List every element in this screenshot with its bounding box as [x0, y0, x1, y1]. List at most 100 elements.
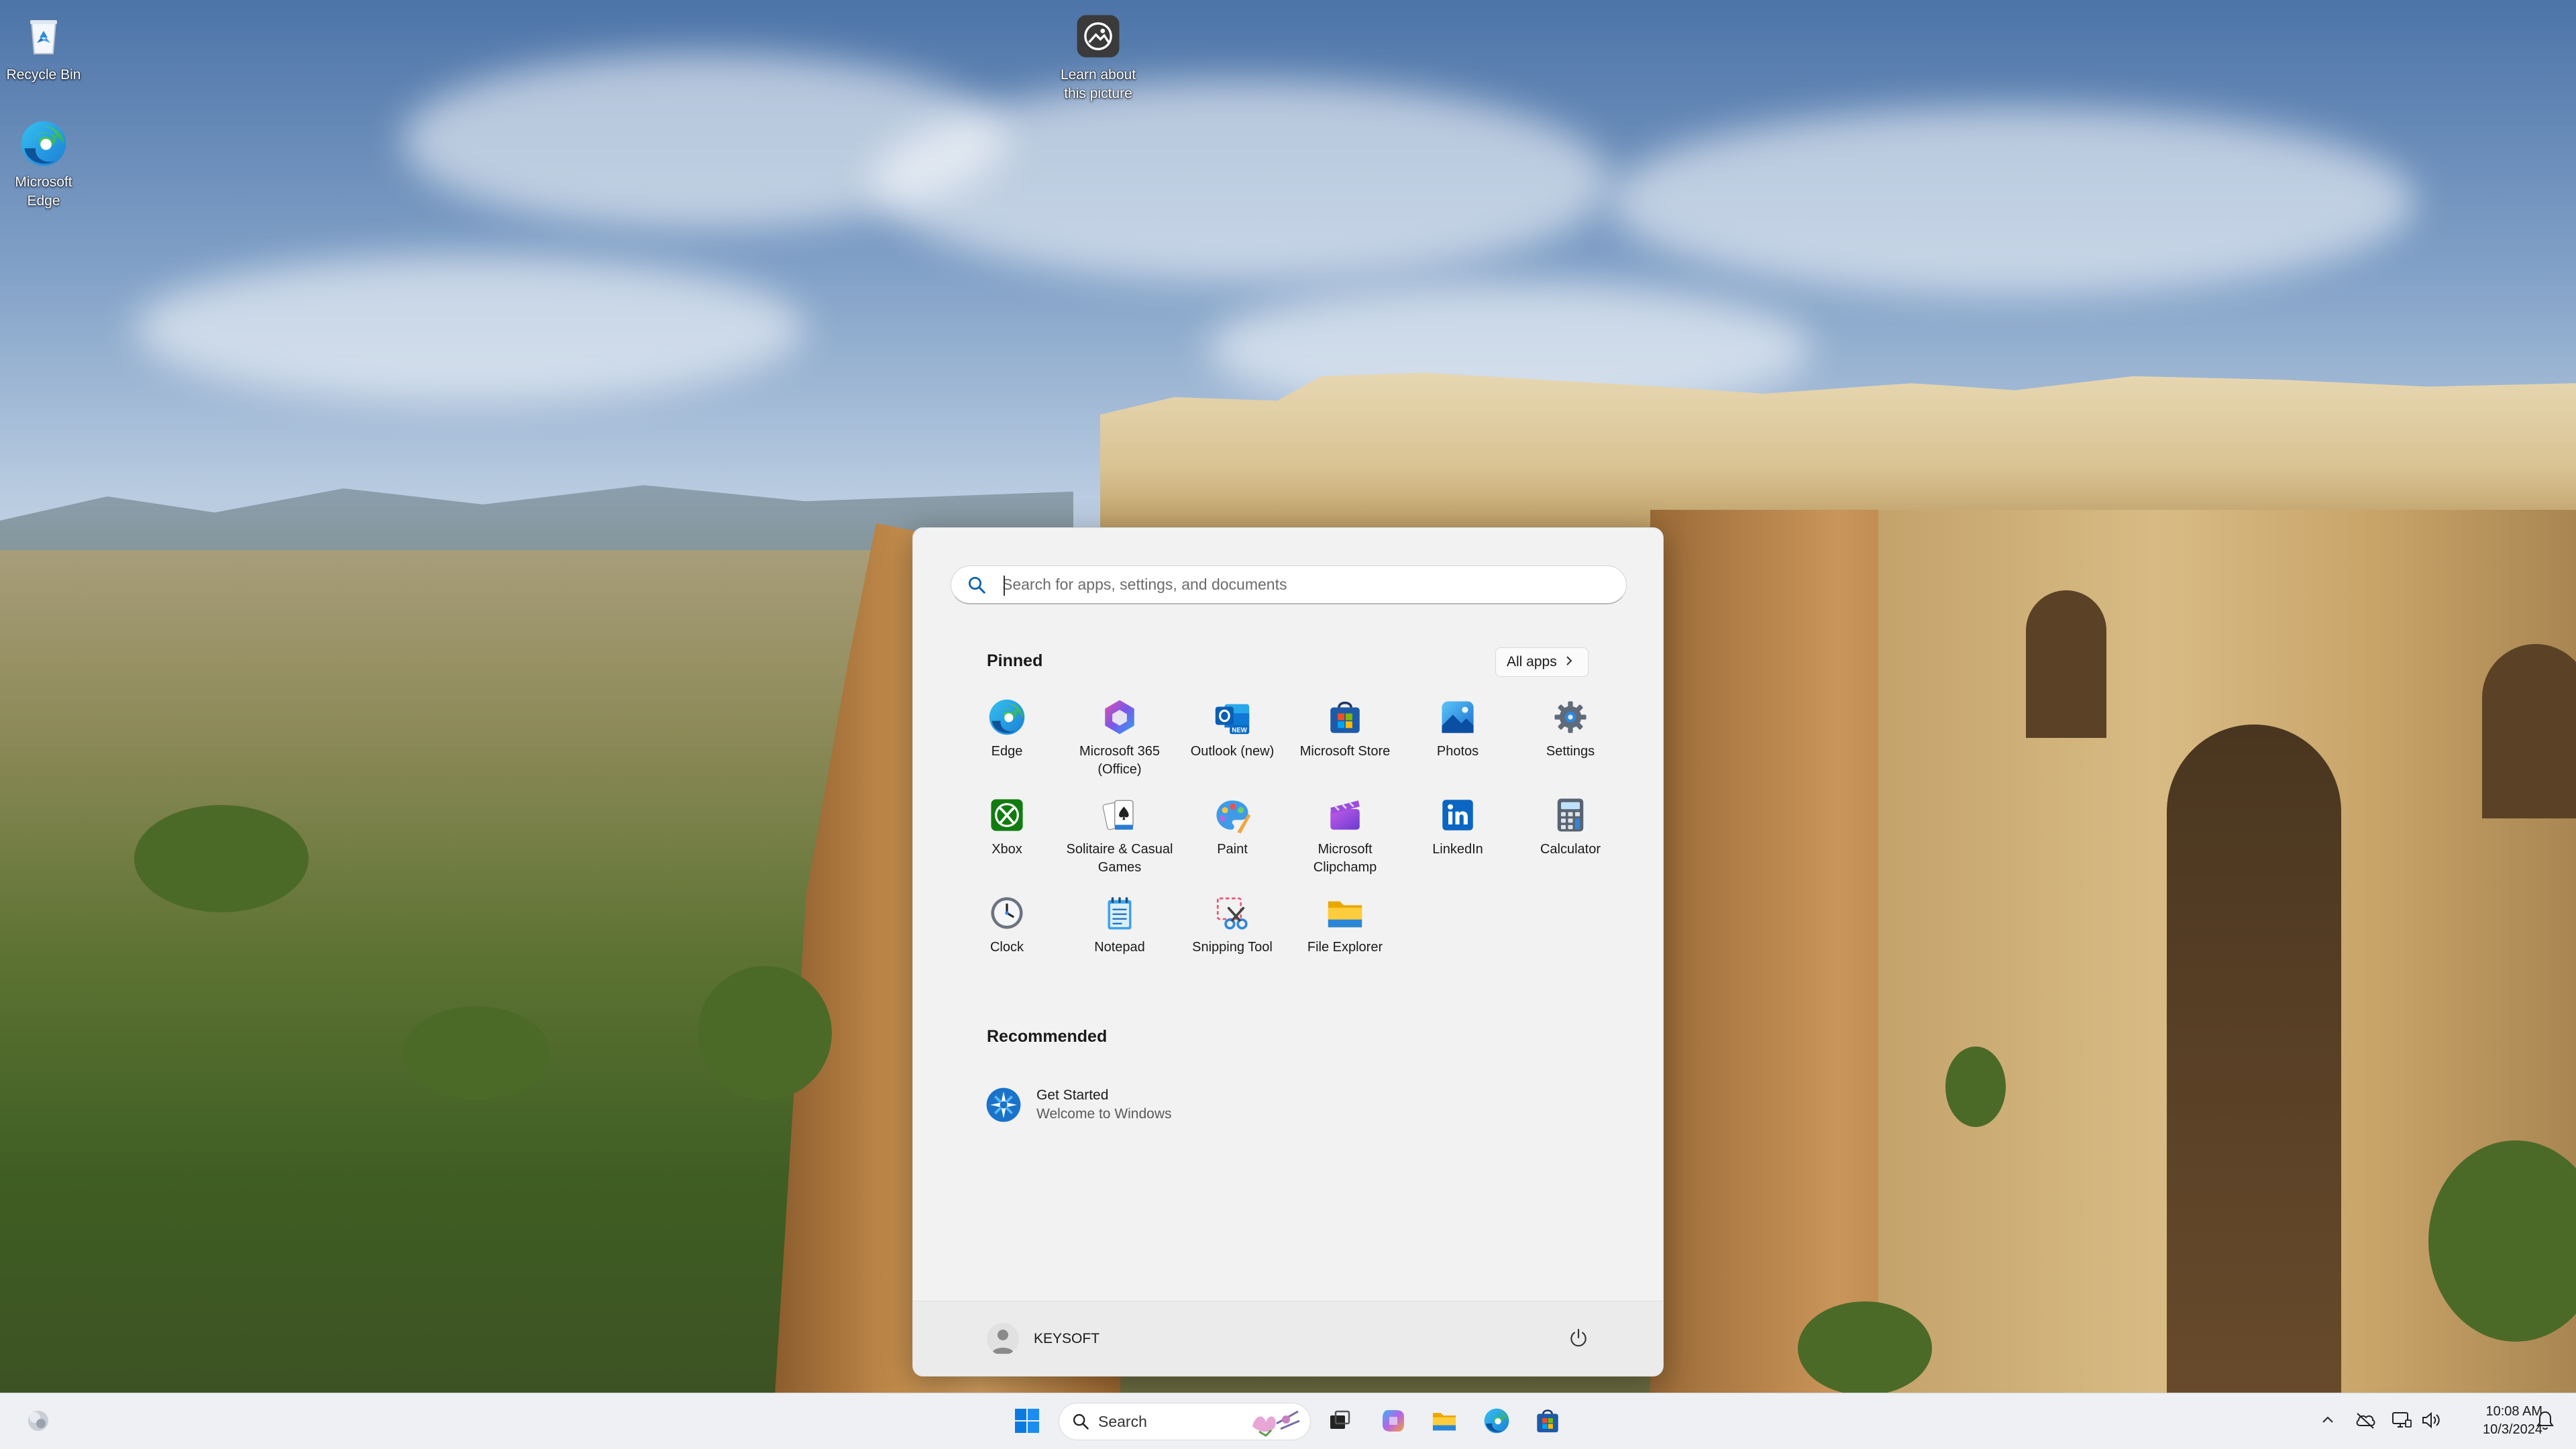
app-label: Microsoft Clipchamp — [1313, 842, 1377, 875]
learn-about-picture-icon — [1071, 9, 1125, 63]
user-account-button[interactable]: KEYSOFT — [987, 1322, 1099, 1356]
clock-time: 10:08 AM — [2485, 1404, 2542, 1419]
microsoft-365-icon — [1098, 696, 1141, 739]
user-name: KEYSOFT — [1034, 1331, 1100, 1346]
calculator-icon — [1549, 794, 1592, 837]
volume-tray-button[interactable] — [2415, 1401, 2447, 1442]
new-badge: NEW — [1232, 727, 1247, 734]
pinned-app-outlook[interactable]: NEW Outlook (new) — [1176, 689, 1289, 787]
app-label: Notepad — [1094, 940, 1145, 955]
taskbar-edge[interactable] — [1477, 1403, 1516, 1442]
pinned-app-calculator[interactable]: Calculator — [1514, 787, 1627, 885]
recommended-item-get-started[interactable]: Get Started Welcome to Windows — [983, 1078, 1265, 1132]
app-label: Clock — [989, 940, 1024, 955]
pinned-app-solitaire[interactable]: Solitaire & Casual Games — [1063, 787, 1176, 885]
pinned-app-linkedin[interactable]: LinkedIn — [1401, 787, 1514, 885]
app-label: Calculator — [1540, 842, 1601, 857]
pinned-app-microsoft-365[interactable]: Microsoft 365 (Office) — [1063, 689, 1176, 787]
start-search-input[interactable] — [1002, 576, 1626, 594]
app-label: Microsoft Store — [1299, 744, 1391, 759]
app-label: Photos — [1436, 744, 1479, 759]
pinned-app-edge[interactable]: Edge — [951, 689, 1063, 787]
network-icon — [2391, 1411, 2412, 1433]
show-hidden-icons-button[interactable] — [2312, 1401, 2344, 1442]
text-caret — [1004, 576, 1005, 596]
copilot-icon — [1380, 1407, 1407, 1438]
taskbar-copilot[interactable] — [1374, 1403, 1413, 1442]
desktop-icon-learn-about-picture[interactable]: Learn about this picture — [1055, 9, 1142, 103]
paint-icon — [1211, 794, 1254, 837]
chevron-right-icon — [1565, 654, 1573, 670]
all-apps-button[interactable]: All apps — [1495, 647, 1589, 677]
clipchamp-icon — [1324, 794, 1366, 837]
recommended-item-subtitle: Welcome to Windows — [1036, 1106, 1172, 1122]
snipping-tool-icon — [1211, 892, 1254, 934]
app-label: File Explorer — [1307, 940, 1383, 955]
store-icon — [1324, 696, 1366, 739]
power-button[interactable] — [1561, 1322, 1596, 1356]
chevron-up-icon — [2320, 1413, 2335, 1431]
file-explorer-icon — [1324, 892, 1366, 934]
avatar — [987, 1323, 1019, 1355]
search-icon — [1071, 1412, 1090, 1431]
start-search-box[interactable] — [951, 566, 1627, 604]
app-label: Microsoft 365 (Office) — [1079, 744, 1161, 777]
store-icon — [1534, 1407, 1562, 1438]
start-menu-footer: KEYSOFT — [913, 1301, 1663, 1376]
app-label: Snipping Tool — [1192, 940, 1273, 955]
cloud-offline-icon — [2355, 1411, 2376, 1433]
pinned-app-xbox[interactable]: Xbox — [951, 787, 1063, 885]
notifications-button[interactable] — [2529, 1401, 2561, 1442]
widgets-button[interactable] — [19, 1403, 58, 1442]
network-tray-button[interactable] — [2385, 1401, 2418, 1442]
task-view-icon — [1328, 1409, 1352, 1436]
onedrive-tray-button[interactable] — [2349, 1401, 2381, 1442]
pinned-app-paint[interactable]: Paint — [1176, 787, 1289, 885]
app-label: Solitaire & Casual Games — [1066, 842, 1173, 875]
file-explorer-icon — [1430, 1407, 1458, 1438]
xbox-icon — [985, 794, 1028, 837]
search-icon — [951, 575, 1002, 595]
pinned-heading: Pinned — [987, 651, 1043, 670]
pinned-app-clock[interactable]: Clock — [951, 885, 1063, 983]
clock-icon — [985, 892, 1028, 934]
edge-icon — [985, 696, 1028, 739]
app-label: Paint — [1217, 842, 1248, 857]
recycle-bin-icon — [17, 9, 70, 63]
desktop-icon-label: Recycle Bin — [6, 67, 81, 83]
edge-icon — [17, 117, 70, 170]
pinned-app-clipchamp[interactable]: Microsoft Clipchamp — [1289, 787, 1401, 885]
pinned-app-snipping-tool[interactable]: Snipping Tool — [1176, 885, 1289, 983]
app-label: Outlook (new) — [1190, 744, 1275, 759]
app-label: Edge — [991, 744, 1023, 759]
pinned-app-settings[interactable]: Settings — [1514, 689, 1627, 787]
all-apps-label: All apps — [1507, 654, 1557, 669]
taskbar-search-box[interactable]: Search — [1059, 1403, 1311, 1440]
outlook-icon: NEW — [1211, 696, 1254, 739]
taskbar-microsoft-store[interactable] — [1528, 1403, 1567, 1442]
pinned-app-photos[interactable]: Photos — [1401, 689, 1514, 787]
pinned-app-notepad[interactable]: Notepad — [1063, 885, 1176, 983]
recommended-item-title: Get Started — [1036, 1087, 1109, 1103]
edge-icon — [1483, 1407, 1511, 1438]
widgets-icon — [25, 1407, 52, 1438]
search-highlight-icon — [1246, 1406, 1302, 1440]
taskbar-search-label: Search — [1098, 1412, 1147, 1430]
pinned-app-microsoft-store[interactable]: Microsoft Store — [1289, 689, 1401, 787]
app-label: Settings — [1546, 744, 1595, 759]
get-started-icon — [983, 1084, 1024, 1126]
clock-date: 10/3/2024 — [2483, 1422, 2542, 1437]
desktop-icon-label: Microsoft Edge — [15, 174, 72, 209]
pinned-app-file-explorer[interactable]: File Explorer — [1289, 885, 1401, 983]
task-view-button[interactable] — [1320, 1403, 1359, 1442]
photos-icon — [1436, 696, 1479, 739]
start-button[interactable] — [1008, 1403, 1046, 1442]
linkedin-icon — [1436, 794, 1479, 837]
app-label: LinkedIn — [1432, 842, 1483, 857]
taskbar-clock[interactable]: 10:08 AM 10/3/2024 — [2449, 1403, 2542, 1439]
desktop-icon-microsoft-edge[interactable]: Microsoft Edge — [0, 117, 87, 211]
app-label: Xbox — [991, 842, 1022, 857]
desktop-icon-label: Learn about this picture — [1060, 67, 1136, 101]
desktop-icon-recycle-bin[interactable]: Recycle Bin — [0, 9, 87, 85]
taskbar-file-explorer[interactable] — [1425, 1403, 1464, 1442]
